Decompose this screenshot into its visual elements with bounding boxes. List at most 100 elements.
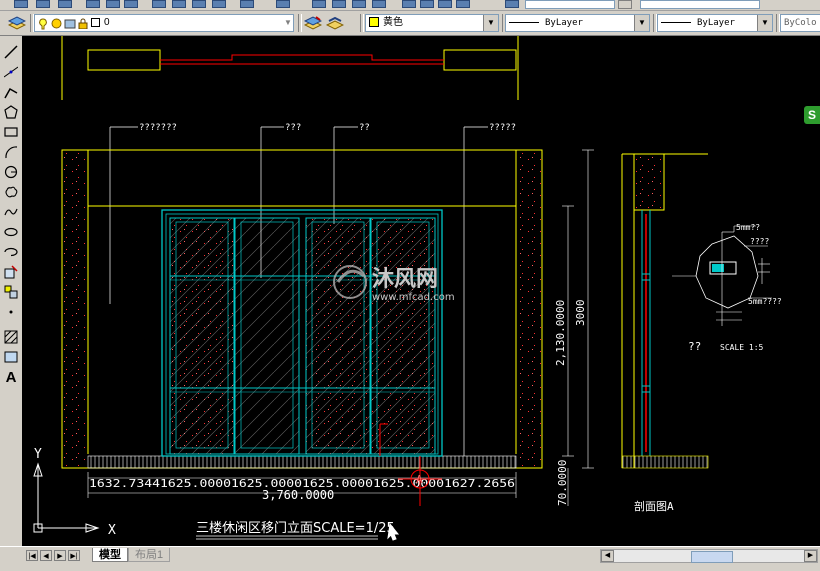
lineweight-sample: [661, 21, 691, 23]
lineweight-combo[interactable]: ByLayer ▼: [657, 14, 773, 32]
prev-tab-icon[interactable]: ◀: [40, 550, 52, 561]
copy-icon[interactable]: [172, 0, 186, 8]
toolbar-separator: [360, 14, 364, 32]
arc-icon[interactable]: [3, 144, 19, 160]
ellipse-icon[interactable]: [3, 224, 19, 240]
section-marker-label: A: [416, 473, 423, 486]
line-icon[interactable]: [3, 44, 19, 60]
dimstyle-combo[interactable]: [640, 0, 760, 9]
detail-note-1: 5mm??: [736, 223, 760, 232]
insert-block-icon[interactable]: [3, 264, 19, 280]
drawing-svg: ??????? ??? ?? ????? 1632.73441625.00001…: [33, 36, 782, 541]
layer-manager-icon[interactable]: [7, 16, 27, 30]
layer-color-swatch: [91, 18, 100, 27]
publish-icon[interactable]: [124, 0, 138, 8]
revision-cloud-icon[interactable]: [3, 184, 19, 200]
zoom-realtime-icon[interactable]: [332, 0, 346, 8]
scroll-left-icon[interactable]: ◀: [601, 550, 614, 562]
undo-icon[interactable]: [240, 0, 254, 8]
workspace-combo-arrow[interactable]: [618, 0, 632, 9]
rectangle-icon[interactable]: [3, 124, 19, 140]
calculator-icon[interactable]: [456, 0, 470, 8]
last-tab-icon[interactable]: ▶|: [68, 550, 80, 561]
detail-scale: SCALE 1:5: [720, 343, 764, 352]
point-icon[interactable]: [3, 304, 19, 320]
polyline-icon[interactable]: [3, 84, 19, 100]
leader-label-3: ??: [359, 123, 370, 133]
help-icon[interactable]: [505, 0, 519, 8]
properties-icon[interactable]: [402, 0, 416, 8]
pan-icon[interactable]: [312, 0, 326, 8]
drawing-canvas[interactable]: ??????? ??? ?? ????? 1632.73441625.00001…: [22, 36, 820, 546]
new-icon[interactable]: [14, 0, 28, 8]
layer-previous-icon[interactable]: [325, 16, 345, 30]
cut-icon[interactable]: [152, 0, 166, 8]
make-block-icon[interactable]: [3, 284, 19, 300]
linetype-combo[interactable]: ByLayer ▼: [505, 14, 650, 32]
make-layer-current-icon[interactable]: [303, 16, 323, 30]
circle-icon[interactable]: [3, 164, 19, 180]
first-tab-icon[interactable]: |◀: [26, 550, 38, 561]
watermark-text: 沐风网: [372, 267, 438, 292]
scroll-right-icon[interactable]: ▶: [804, 550, 817, 562]
bottom-dim-total: 3,760.0000: [262, 488, 334, 502]
layer-viewport-icon[interactable]: [64, 18, 76, 32]
plotstyle-combo[interactable]: ByColo: [780, 14, 820, 32]
sliding-doors: [161, 209, 443, 457]
construction-line-icon[interactable]: [3, 64, 19, 80]
layer-on-icon[interactable]: [38, 18, 48, 33]
layout-tab-bar: |◀ ◀ ▶ ▶| 模型 布局1 ◀ ▶: [0, 546, 820, 571]
plotstyle-combo-value: ByColo: [784, 18, 817, 28]
polygon-icon[interactable]: [3, 104, 19, 120]
print-icon[interactable]: [86, 0, 100, 8]
draw-toolbar: A: [0, 36, 23, 546]
layer-combo[interactable]: 0: [34, 14, 294, 32]
side-badge[interactable]: S: [804, 106, 820, 124]
properties-toolbar: 0 ▼ 黄色 ▼ ByLayer ▼ ByLayer ▼ ByColo: [0, 11, 820, 36]
scroll-thumb[interactable]: [691, 551, 733, 563]
ucs-x-label: X: [108, 523, 116, 538]
color-combo-arrow-icon[interactable]: ▼: [483, 15, 498, 31]
workspace-combo[interactable]: [525, 0, 615, 9]
linetype-combo-arrow-icon[interactable]: ▼: [634, 15, 649, 31]
spline-icon[interactable]: [3, 204, 19, 220]
watermark-url: www.mfcad.com: [372, 292, 455, 303]
save-icon[interactable]: [58, 0, 72, 8]
paste-icon[interactable]: [192, 0, 206, 8]
preview-icon[interactable]: [106, 0, 120, 8]
section-view: [621, 153, 709, 469]
color-swatch: [369, 17, 379, 28]
lineweight-combo-value: ByLayer: [697, 18, 735, 28]
layer-lock-icon[interactable]: [78, 18, 88, 32]
hatch-icon[interactable]: [3, 329, 19, 345]
right-dim-total: 3000: [574, 300, 587, 327]
zoom-previous-icon[interactable]: [372, 0, 386, 8]
open-icon[interactable]: [36, 0, 50, 8]
ucs-y-label: Y: [34, 447, 42, 462]
next-tab-icon[interactable]: ▶: [54, 550, 66, 561]
designcenter-icon[interactable]: [420, 0, 434, 8]
ellipse-arc-icon[interactable]: [3, 244, 19, 260]
zoom-window-icon[interactable]: [352, 0, 366, 8]
horizontal-scrollbar[interactable]: ◀ ▶: [600, 549, 818, 563]
tab-model[interactable]: 模型: [92, 548, 128, 562]
lineweight-combo-arrow-icon[interactable]: ▼: [757, 15, 772, 31]
detail-note-2: ????: [750, 237, 769, 246]
leader-label-2: ???: [285, 123, 301, 133]
layer-combo-arrow-icon[interactable]: ▼: [282, 15, 294, 31]
multiline-text-icon[interactable]: A: [3, 369, 19, 386]
color-combo[interactable]: 黄色 ▼: [365, 14, 499, 32]
tab-layout1[interactable]: 布局1: [128, 548, 171, 562]
redo-icon[interactable]: [276, 0, 290, 8]
region-icon[interactable]: [3, 349, 19, 365]
linetype-sample: [509, 21, 539, 23]
color-combo-value: 黄色: [383, 17, 403, 28]
right-dim-height: 2,130.0000: [554, 300, 567, 366]
toolpalette-icon[interactable]: [438, 0, 452, 8]
detail-note-3: 5mm????: [748, 297, 782, 306]
section-view-label: 剖面图A: [634, 499, 674, 513]
ceiling-detail: [61, 36, 519, 100]
right-dim-base: 70.0000: [556, 460, 569, 506]
matchprop-icon[interactable]: [212, 0, 226, 8]
layer-thaw-icon[interactable]: [51, 18, 62, 32]
